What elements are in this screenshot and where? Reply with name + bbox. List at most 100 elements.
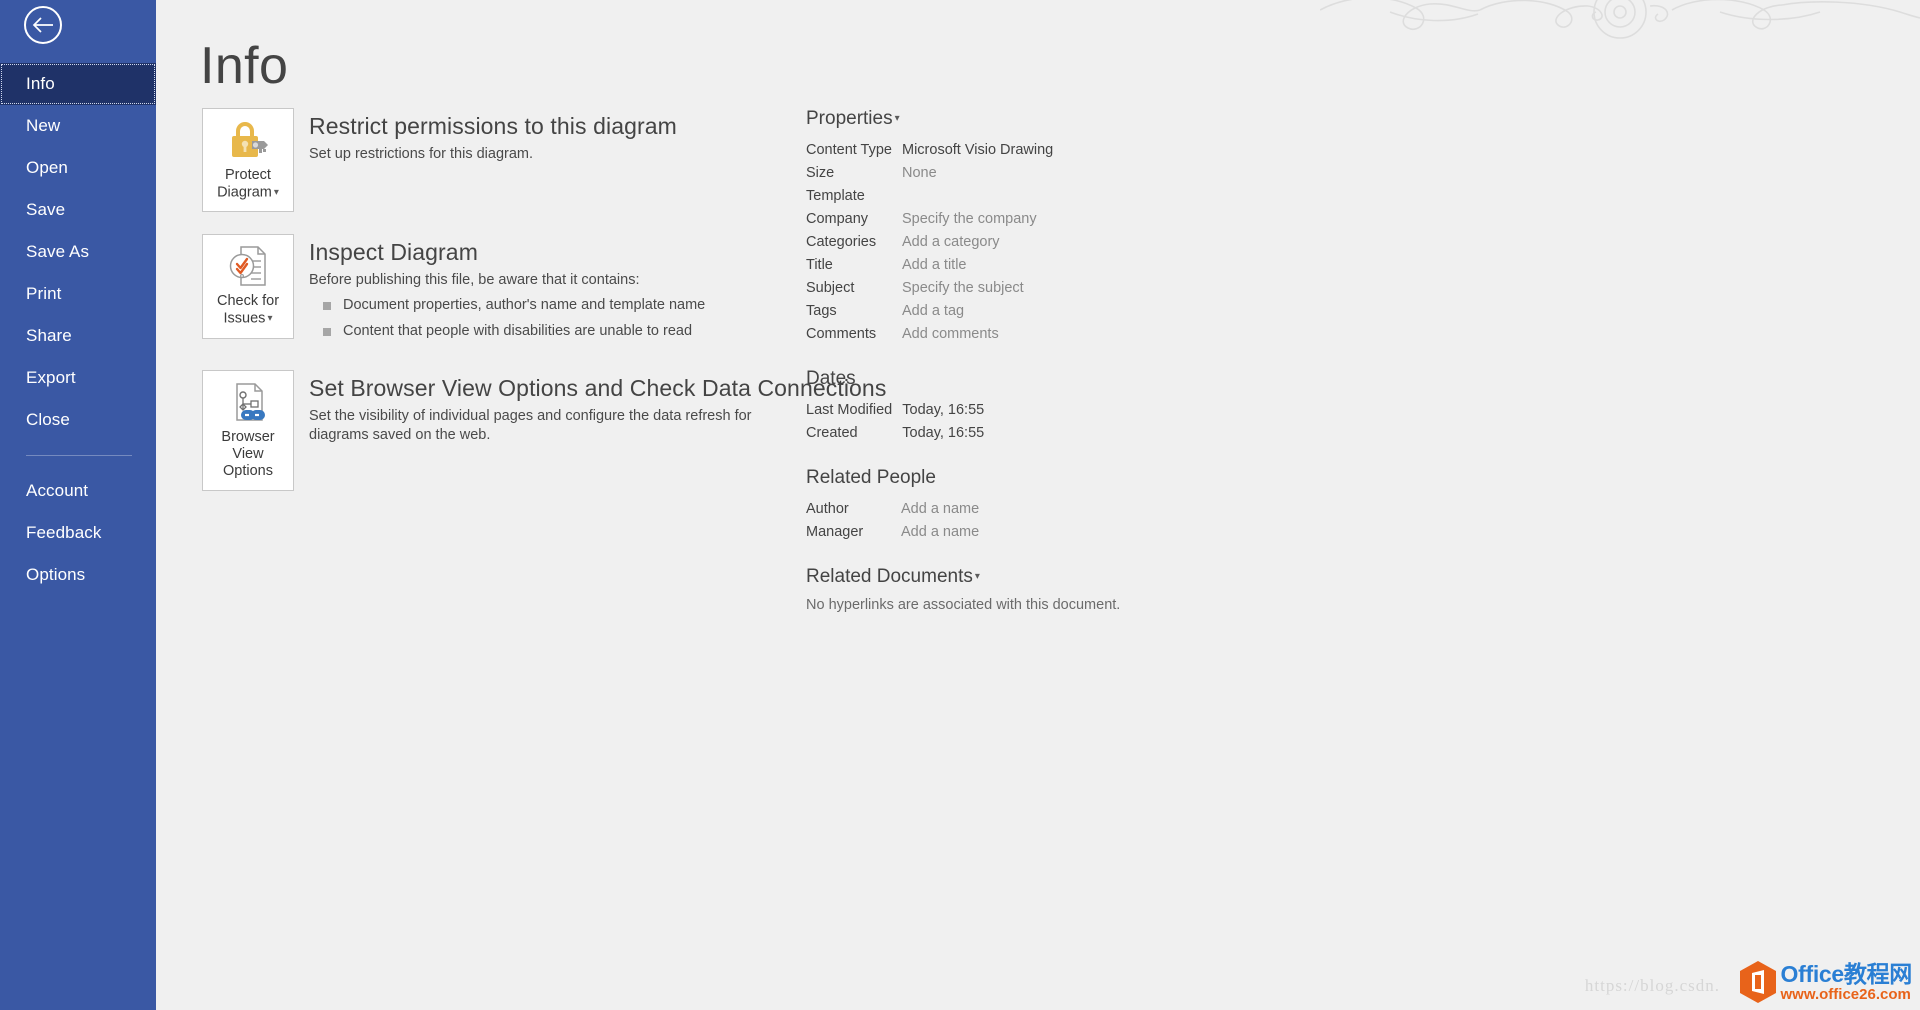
- property-label: Tags: [806, 303, 837, 319]
- table-row: Subject Specify the subject: [806, 277, 1236, 300]
- browser-view-options-button[interactable]: Browser View Options: [202, 370, 294, 492]
- button-label-line2: Options: [223, 463, 273, 480]
- check-for-issues-button-label: Check for Issues ▾: [217, 293, 279, 327]
- person-value[interactable]: Add a name: [901, 498, 1236, 521]
- table-row: Content Type Microsoft Visio Drawing: [806, 139, 1236, 162]
- button-label-line1: Browser View: [221, 429, 275, 463]
- backstage-view: Info New Open Save Save As Print Share E…: [0, 0, 1920, 1010]
- date-label: Created: [806, 425, 858, 441]
- sidebar-item-label: Share: [26, 326, 72, 345]
- sidebar-item-account[interactable]: Account: [0, 470, 156, 512]
- property-value[interactable]: Microsoft Visio Drawing: [902, 139, 1236, 162]
- actions-column: Protect Diagram ▾ Restrict permissions to…: [202, 108, 902, 513]
- sidebar-item-feedback[interactable]: Feedback: [0, 512, 156, 554]
- properties-section-title: Properties: [806, 108, 893, 129]
- related-documents-note: No hyperlinks are associated with this d…: [806, 597, 1121, 613]
- sidebar-item-label: Feedback: [26, 523, 102, 542]
- back-arrow-icon: [32, 17, 53, 33]
- page-title: Info: [200, 37, 289, 95]
- sidebar-item-export[interactable]: Export: [0, 357, 156, 399]
- action-description: Before publishing this file, be aware th…: [309, 272, 640, 289]
- sidebar-item-label: New: [26, 116, 61, 135]
- office-watermark-text: Office教程网 www.office26.com: [1780, 962, 1913, 1003]
- sidebar-item-close[interactable]: Close: [0, 399, 156, 441]
- chevron-down-icon[interactable]: ▾: [895, 113, 900, 124]
- backstage-sidebar: Info New Open Save Save As Print Share E…: [0, 0, 156, 1010]
- property-label: Size: [806, 165, 835, 181]
- sidebar-item-print[interactable]: Print: [0, 273, 156, 315]
- date-label: Last Modified: [806, 402, 893, 418]
- property-label: Subject: [806, 280, 855, 296]
- chevron-down-icon[interactable]: ▾: [267, 310, 272, 327]
- property-label: Title: [806, 257, 833, 273]
- csdn-watermark: https://blog.csdn.: [1584, 976, 1720, 995]
- sidebar-item-label: Options: [26, 565, 86, 584]
- chevron-down-icon[interactable]: ▾: [274, 184, 279, 201]
- back-button[interactable]: [24, 6, 62, 44]
- table-row: Last Modified Today, 16:55: [806, 399, 1236, 422]
- sidebar-item-new[interactable]: New: [0, 105, 156, 147]
- office-watermark: Office教程网 www.office26.com: [1737, 960, 1912, 1004]
- office-logo-icon: [1737, 960, 1779, 1004]
- action-description: Set up restrictions for this diagram.: [309, 146, 534, 162]
- document-check-icon: [225, 243, 271, 289]
- action-description: Set the visibility of individual pages a…: [309, 408, 752, 444]
- chevron-down-icon[interactable]: ▾: [975, 571, 980, 582]
- sidebar-item-options[interactable]: Options: [0, 554, 156, 596]
- related-documents-section-header[interactable]: Related Documents ▾: [806, 566, 1236, 588]
- office-watermark-url: www.office26.com: [1780, 985, 1911, 1003]
- button-label-line2: Issues: [223, 310, 266, 327]
- browser-view-options-button-label: Browser View Options: [207, 429, 289, 480]
- property-label: Company: [806, 211, 869, 227]
- table-row: Manager Add a name: [806, 521, 1236, 544]
- related-documents-section-title: Related Documents: [806, 566, 973, 587]
- sidebar-item-save[interactable]: Save: [0, 189, 156, 231]
- protect-diagram-button[interactable]: Protect Diagram ▾: [202, 108, 294, 213]
- properties-section-header[interactable]: Properties ▾: [806, 108, 1236, 130]
- table-row: Title Add a title: [806, 254, 1236, 277]
- property-value[interactable]: Add a title: [902, 254, 1236, 277]
- sidebar-item-label: Save As: [26, 242, 90, 261]
- table-row: Categories Add a category: [806, 231, 1236, 254]
- sidebar-item-label: Account: [26, 481, 89, 500]
- person-label: Author: [806, 501, 849, 517]
- person-label: Manager: [806, 524, 864, 540]
- person-value[interactable]: Add a name: [901, 521, 1236, 544]
- action-inspect-diagram: Check for Issues ▾ Inspect Diagram Before…: [202, 234, 902, 348]
- sidebar-item-label: Print: [26, 284, 62, 303]
- table-row: Tags Add a tag: [806, 300, 1236, 323]
- property-value[interactable]: [902, 185, 1236, 208]
- property-value[interactable]: Add a category: [902, 231, 1236, 254]
- button-label-line1: Protect: [225, 167, 271, 183]
- property-label: Content Type: [806, 142, 892, 158]
- dates-section-title: Dates: [806, 368, 856, 389]
- sidebar-item-label: Export: [26, 368, 76, 387]
- button-label-line2: Diagram: [217, 184, 272, 201]
- property-value[interactable]: Add a tag: [902, 300, 1236, 323]
- sidebar-item-share[interactable]: Share: [0, 315, 156, 357]
- sidebar-item-open[interactable]: Open: [0, 147, 156, 189]
- sidebar-item-label: Save: [26, 200, 66, 219]
- property-value[interactable]: Add comments: [902, 323, 1236, 346]
- document-link-icon: [225, 379, 271, 425]
- related-people-group: Related People Author Add a name Manager…: [806, 467, 1236, 544]
- property-label: Template: [806, 188, 865, 204]
- table-row: Author Add a name: [806, 498, 1236, 521]
- dates-group: Dates Last Modified Today, 16:55 Created…: [806, 368, 1236, 445]
- related-people-section-title: Related People: [806, 467, 936, 488]
- table-row: Company Specify the company: [806, 208, 1236, 231]
- check-for-issues-button[interactable]: Check for Issues ▾: [202, 234, 294, 339]
- property-value[interactable]: Specify the company: [902, 208, 1236, 231]
- sidebar-item-save-as[interactable]: Save As: [0, 231, 156, 273]
- date-value: Today, 16:55: [902, 425, 985, 441]
- property-value[interactable]: None: [902, 162, 1236, 185]
- related-people-table: Author Add a name Manager Add a name: [806, 498, 1236, 544]
- date-value: Today, 16:55: [902, 402, 985, 418]
- table-row: Comments Add comments: [806, 323, 1236, 346]
- sidebar-item-info[interactable]: Info: [0, 63, 156, 105]
- action-browser-view-options: Browser View Options Set Browser View Op…: [202, 370, 902, 492]
- property-value[interactable]: Specify the subject: [902, 277, 1236, 300]
- properties-table: Content Type Microsoft Visio Drawing Siz…: [806, 139, 1236, 346]
- lock-key-icon: [225, 117, 271, 163]
- related-documents-group: Related Documents ▾ No hyperlinks are ass…: [806, 566, 1236, 613]
